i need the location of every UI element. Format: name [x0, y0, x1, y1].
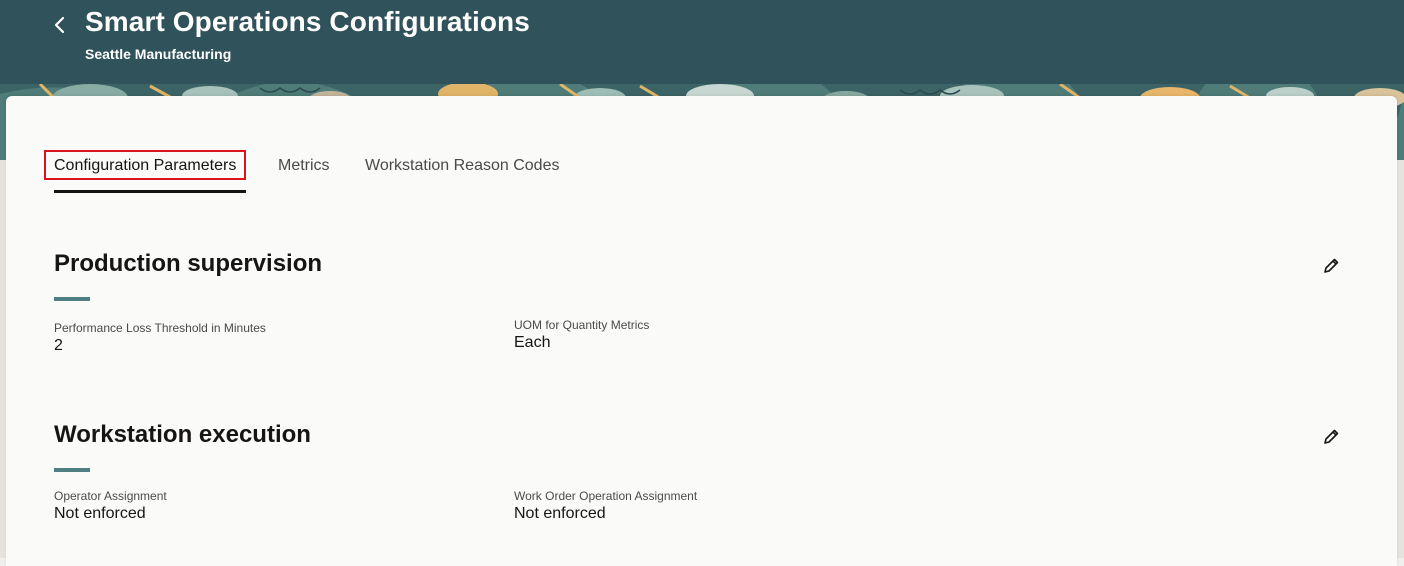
- field-label-operator-assignment: Operator Assignment: [54, 489, 167, 503]
- edit-production-supervision-button[interactable]: [1319, 254, 1343, 278]
- tab-metrics[interactable]: Metrics: [278, 148, 330, 188]
- back-button[interactable]: [48, 12, 72, 38]
- section-title-production-supervision: Production supervision: [54, 250, 323, 277]
- right-margin: [1397, 160, 1404, 558]
- field-value-uom-quantity-metrics: Each: [514, 334, 551, 351]
- field-label-uom-quantity-metrics: UOM for Quantity Metrics: [514, 318, 650, 332]
- field-value-work-order-operation-assignment: Not enforced: [514, 505, 606, 522]
- tab-label: Workstation Reason Codes: [365, 157, 560, 174]
- field-value-performance-loss-threshold: 2: [54, 337, 63, 354]
- field-label-performance-loss-threshold: Performance Loss Threshold in Minutes: [54, 321, 266, 335]
- pencil-icon: [1324, 429, 1339, 444]
- section-accent-rule: [54, 297, 90, 301]
- section-title-workstation-execution: Workstation execution: [54, 421, 311, 448]
- tab-configuration-parameters[interactable]: Configuration Parameters: [44, 148, 246, 193]
- tab-label: Configuration Parameters: [54, 157, 237, 174]
- tab-workstation-reason-codes[interactable]: Workstation Reason Codes: [365, 148, 559, 188]
- field-label-work-order-operation-assignment: Work Order Operation Assignment: [514, 489, 698, 503]
- content-card: Configuration Parameters Metrics Worksta…: [6, 96, 1397, 566]
- chevron-left-icon: [54, 16, 65, 34]
- tab-selected-indicator: [54, 190, 246, 193]
- section-accent-rule: [54, 468, 90, 472]
- tab-label: Metrics: [278, 157, 330, 174]
- page-subtitle: Seattle Manufacturing: [85, 46, 232, 62]
- field-value-operator-assignment: Not enforced: [54, 505, 146, 522]
- page-title: Smart Operations Configurations: [85, 6, 530, 37]
- pencil-icon: [1324, 258, 1339, 273]
- edit-workstation-execution-button[interactable]: [1319, 425, 1343, 449]
